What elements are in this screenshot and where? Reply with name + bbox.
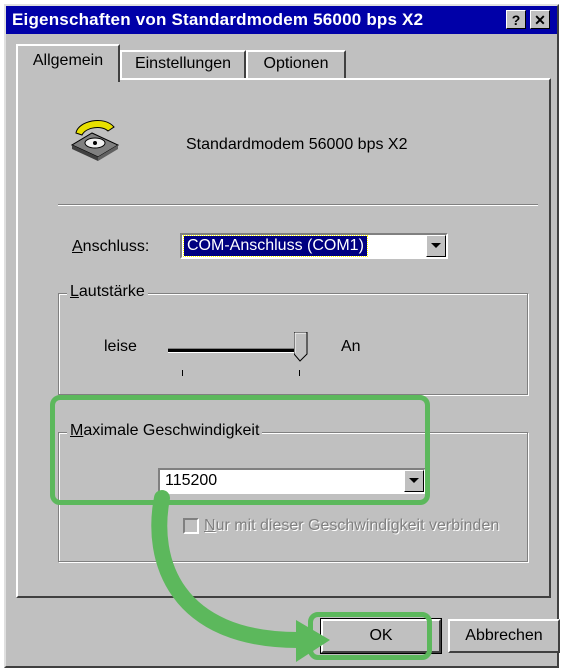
volume-tick-min <box>182 370 183 376</box>
volume-slider-thumb[interactable] <box>294 332 308 362</box>
port-dropdown-button[interactable] <box>426 235 446 257</box>
ok-button[interactable]: OK <box>320 618 442 654</box>
close-icon: ✕ <box>534 12 546 28</box>
telephone-modem-icon <box>70 119 120 161</box>
volume-tick-max <box>299 370 300 376</box>
volume-group-title: Lautstärke <box>67 283 148 301</box>
port-select-value: COM-Anschluss (COM1) <box>183 235 368 257</box>
max-speed-select-value: 115200 <box>165 472 218 489</box>
modem-properties-dialog: Eigenschaften von Standardmodem 56000 bp… <box>4 4 560 668</box>
chevron-down-icon <box>431 243 441 248</box>
port-select[interactable]: COM-Anschluss (COM1) <box>180 233 448 259</box>
chevron-down-icon <box>409 478 419 483</box>
tab-einstellungen[interactable]: Einstellungen <box>120 50 246 78</box>
max-speed-group: Maximale Geschwindigkeit <box>58 422 528 562</box>
port-label: Anschluss: <box>72 238 150 255</box>
max-speed-dropdown-button[interactable] <box>404 470 424 492</box>
only-at-speed-checkbox[interactable] <box>183 518 199 534</box>
separator <box>58 204 538 206</box>
tab-panel-allgemein: Standardmodem 56000 bps X2 Anschluss: CO… <box>16 78 551 598</box>
title-bar[interactable]: Eigenschaften von Standardmodem 56000 bp… <box>6 6 557 34</box>
volume-high-label: An <box>341 338 361 355</box>
max-speed-select[interactable]: 115200 <box>158 468 426 494</box>
help-button[interactable]: ? <box>506 10 526 29</box>
modem-name: Standardmodem 56000 bps X2 <box>186 136 408 153</box>
only-at-speed-label: Nur mit dieser Geschwindigkeit verbinden <box>204 517 500 534</box>
window-title: Eigenschaften von Standardmodem 56000 bp… <box>12 10 424 29</box>
close-button[interactable]: ✕ <box>530 10 550 29</box>
tab-allgemein[interactable]: Allgemein <box>16 44 120 82</box>
volume-low-label: leise <box>104 338 137 355</box>
max-speed-group-title: Maximale Geschwindigkeit <box>67 422 263 440</box>
cancel-button[interactable]: Abbrechen <box>448 619 560 653</box>
volume-slider-track[interactable] <box>168 348 296 353</box>
tab-optionen[interactable]: Optionen <box>246 50 346 78</box>
help-icon: ? <box>511 12 521 28</box>
